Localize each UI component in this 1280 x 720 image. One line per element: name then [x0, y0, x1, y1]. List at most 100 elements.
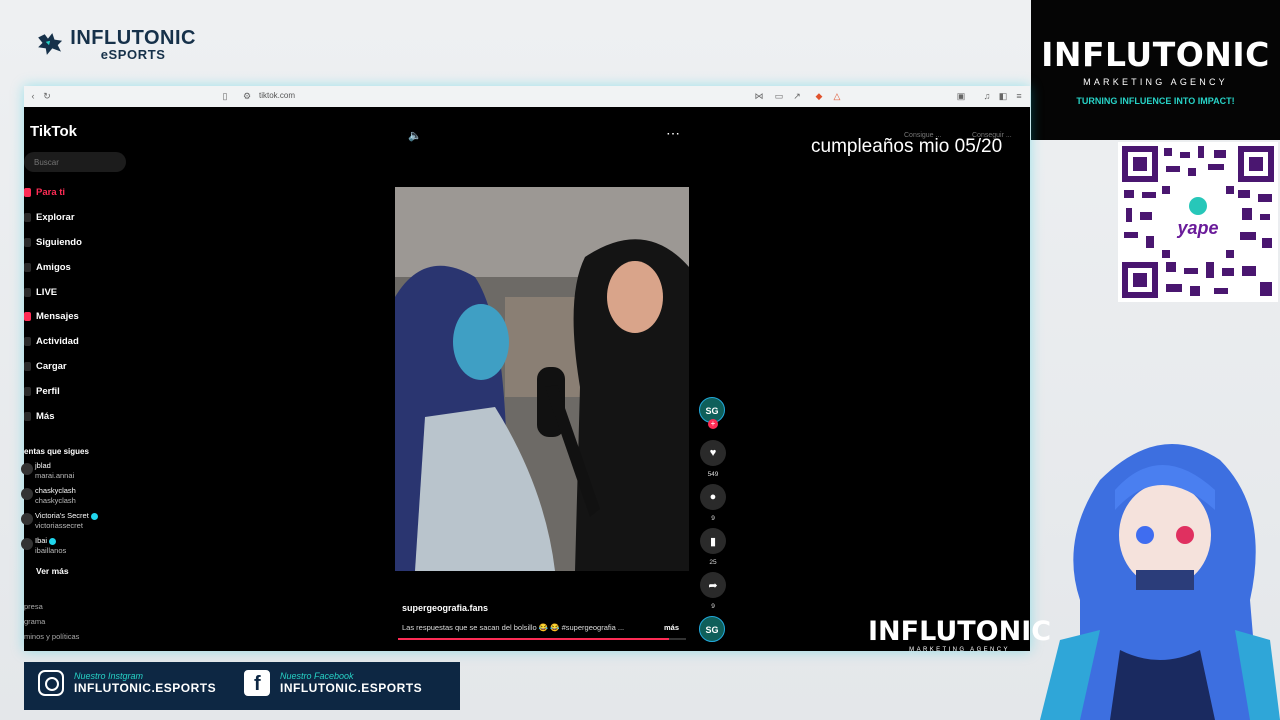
media-icon[interactable]: ♫ [982, 91, 992, 101]
nav-label: Actividad [36, 336, 79, 347]
browser-window: ‹ ↻ ▯ ⚙ tiktok.com ⋈ ▭ ↗ ◆ △ ▣ ♫ ◧ ≡ Tik… [21, 86, 1051, 653]
video-description: Las respuestas que se sacan del bolsillo… [402, 623, 625, 632]
agency-sub: MARKETING AGENCY [1083, 77, 1228, 87]
like-count: 549 [707, 471, 719, 478]
brave-shield-icon[interactable]: ◆ [814, 91, 824, 101]
followed-account[interactable]: chaskyclash chaskyclash [21, 486, 76, 506]
facebook-promo[interactable]: f Nuestro Facebook INFLUTONIC.ESPORTS [244, 670, 422, 696]
brand-logo: INFLUTONIC eSPORTS [36, 20, 196, 68]
footer-link[interactable]: minos y políticas [24, 632, 79, 641]
nav-label: LIVE [36, 287, 58, 298]
account-handle: victoriassecret [35, 521, 83, 530]
nav-siguiendo[interactable]: Siguiendo [24, 237, 82, 248]
instagram-icon [38, 670, 64, 696]
see-more-link[interactable]: Ver más [36, 566, 69, 576]
search-box[interactable] [24, 152, 126, 172]
nav-explorar[interactable]: Explorar [24, 212, 75, 223]
video-player[interactable] [395, 187, 689, 571]
nav-label: Para ti [36, 187, 66, 198]
bookmark-icon[interactable]: ▯ [220, 91, 230, 101]
avatar [21, 463, 33, 475]
nav-amigos[interactable]: Amigos [24, 262, 71, 273]
comment-count: 9 [711, 515, 715, 522]
followed-account[interactable]: Ibai ibaillanos [21, 536, 67, 556]
rewards-icon[interactable]: △ [832, 91, 842, 101]
tiktok-logo[interactable]: TikTok [30, 123, 77, 140]
volume-icon[interactable]: 🔈 [408, 129, 422, 142]
site-info-icon[interactable]: ⚙ [242, 91, 252, 101]
verified-icon [90, 512, 98, 520]
nav-label: Siguiendo [36, 237, 82, 248]
more-button[interactable]: más [664, 623, 679, 632]
followed-account[interactable]: Victoria's Secret victoriassecret [21, 511, 98, 531]
facebook-caption: Nuestro Facebook [280, 671, 354, 681]
instagram-promo[interactable]: Nuestro Instgram INFLUTONIC.ESPORTS [38, 670, 216, 696]
nav-cargar[interactable]: Cargar [24, 361, 67, 372]
instagram-handle: INFLUTONIC.ESPORTS [74, 681, 217, 695]
account-handle: ibaillanos [35, 546, 67, 555]
account-handle: chaskyclash [35, 496, 76, 505]
share-arrow-icon: ➦ [700, 572, 726, 598]
nav-actividad[interactable]: Actividad [24, 336, 79, 347]
url-bar[interactable]: tiktok.com [259, 91, 295, 100]
brand-sub: eSPORTS [100, 46, 166, 62]
extension-icon[interactable]: ⋈ [754, 91, 764, 101]
progress-fill [398, 638, 669, 640]
reload-icon[interactable]: ↻ [42, 91, 52, 101]
instagram-caption: Nuestro Instgram [74, 671, 144, 681]
nav-label: Mensajes [36, 311, 79, 322]
agency-tagline: TURNING INFLUENCE INTO IMPACT! [1076, 96, 1235, 106]
qr-pattern: yape [1122, 146, 1274, 298]
browser-toolbar: ‹ ↻ ▯ ⚙ tiktok.com ⋈ ▭ ↗ ◆ △ ▣ ♫ ◧ ≡ [24, 86, 1030, 108]
wallet-icon[interactable]: ▣ [956, 91, 966, 101]
comment-action[interactable]: ● 9 [700, 484, 726, 522]
nav-live[interactable]: LIVE [24, 287, 58, 298]
more-options-icon[interactable]: ⋯ [666, 125, 680, 142]
brand-name: INFLUTONIC [70, 26, 196, 49]
nav-label: Más [36, 411, 55, 422]
save-count: 25 [709, 559, 717, 566]
account-name: Victoria's Secret [35, 511, 89, 520]
cast-icon[interactable]: ▭ [774, 91, 784, 101]
back-icon[interactable]: ‹ [28, 91, 38, 101]
verified-icon [49, 537, 57, 545]
account-handle: marai.annai [35, 471, 75, 480]
stream-title: cumpleaños mio 05/20 [811, 136, 1003, 157]
nav-perfil[interactable]: Perfil [24, 386, 60, 397]
footer-link[interactable]: grama [24, 617, 45, 626]
comment-icon: ● [700, 484, 726, 510]
menu-icon[interactable]: ≡ [1014, 91, 1024, 101]
qr-yape-label: yape [1176, 218, 1218, 238]
nav-label: Perfil [36, 386, 60, 397]
account-name: Ibai [35, 536, 48, 545]
sound-disc[interactable]: SG [699, 616, 725, 642]
watermark-name: INFLUTONIC [868, 616, 1052, 647]
video-progress[interactable] [398, 638, 686, 640]
avatar [21, 488, 33, 500]
share-icon[interactable]: ↗ [792, 91, 802, 101]
account-name: jblad [35, 461, 51, 470]
facebook-handle: INFLUTONIC.ESPORTS [280, 681, 423, 695]
nav-mensajes[interactable]: Mensajes [24, 311, 79, 322]
search-input[interactable] [32, 157, 126, 168]
followed-account[interactable]: jblad marai.annai [21, 461, 75, 481]
video-author[interactable]: supergeografia.fans [402, 603, 488, 613]
save-action[interactable]: ▮ 25 [700, 528, 726, 566]
nav-para-ti[interactable]: Para ti [24, 187, 66, 198]
facebook-icon: f [244, 670, 270, 696]
follow-plus-icon[interactable]: + [708, 419, 718, 429]
like-action[interactable]: ♥ 549 [700, 440, 726, 478]
agency-panel: INFLUTONIC MARKETING AGENCY TURNING INFL… [1031, 0, 1280, 140]
share-count: 9 [711, 603, 715, 610]
tiktok-page: TikTok Para ti Explorar Siguiendo Amigos… [21, 107, 1051, 653]
footer-link[interactable]: presa [24, 602, 43, 611]
nav-label: Amigos [36, 262, 71, 273]
heart-icon: ♥ [700, 440, 726, 466]
yape-qr-code: yape [1118, 142, 1278, 302]
account-name: chaskyclash [35, 486, 76, 495]
nav-mas[interactable]: Más [24, 411, 55, 422]
wolf-logo-icon [38, 33, 63, 55]
share-action[interactable]: ➦ 9 [700, 572, 726, 610]
sidebar-icon[interactable]: ◧ [998, 91, 1008, 101]
bookmark-icon: ▮ [700, 528, 726, 554]
